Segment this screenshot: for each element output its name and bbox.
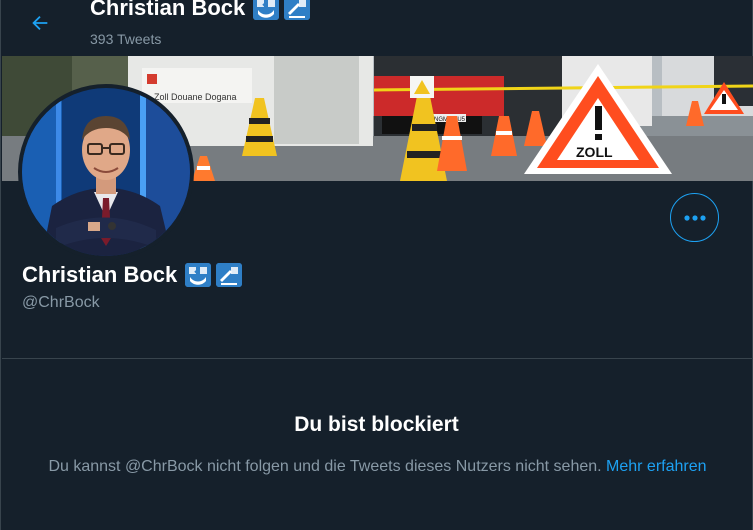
tweet-count: 393 Tweets: [90, 31, 162, 47]
profile-name-text: Christian Bock: [22, 262, 178, 287]
learn-more-link[interactable]: Mehr erfahren: [606, 458, 707, 475]
section-divider: [2, 358, 753, 359]
customs-badge-icon: [216, 263, 243, 287]
blocked-title: Du bist blockiert: [294, 413, 459, 436]
blocked-message-text: Du kannst @ChrBock nicht folgen und die …: [48, 458, 607, 475]
customs-badge-icon: [284, 0, 311, 20]
more-options-button[interactable]: [670, 193, 719, 242]
customs-badge-icon: [253, 0, 280, 20]
more-options-icon: [683, 214, 706, 221]
blocked-message: Du kannst @ChrBock nicht folgen und die …: [21, 455, 734, 479]
profile-avatar[interactable]: [18, 84, 194, 260]
header-name: Christian Bock: [90, 0, 246, 20]
banner-triangle-text: ZOLL: [576, 144, 613, 160]
profile-header: Christian Bock 393 Tweets: [1, 0, 752, 56]
profile-handle: @ChrBock: [22, 294, 100, 311]
header-title: Christian Bock: [90, 0, 311, 21]
back-button[interactable]: [23, 6, 57, 40]
profile-page: Christian Bock 393 Tweets Zoll Douane Do…: [0, 0, 753, 530]
arrow-left-icon: [32, 15, 48, 31]
customs-badge-icon: [185, 263, 212, 287]
profile-name: Christian Bock: [22, 262, 243, 288]
banner-sign-text: Zoll Douane Dogana: [154, 92, 237, 102]
avatar-image: [22, 88, 190, 256]
